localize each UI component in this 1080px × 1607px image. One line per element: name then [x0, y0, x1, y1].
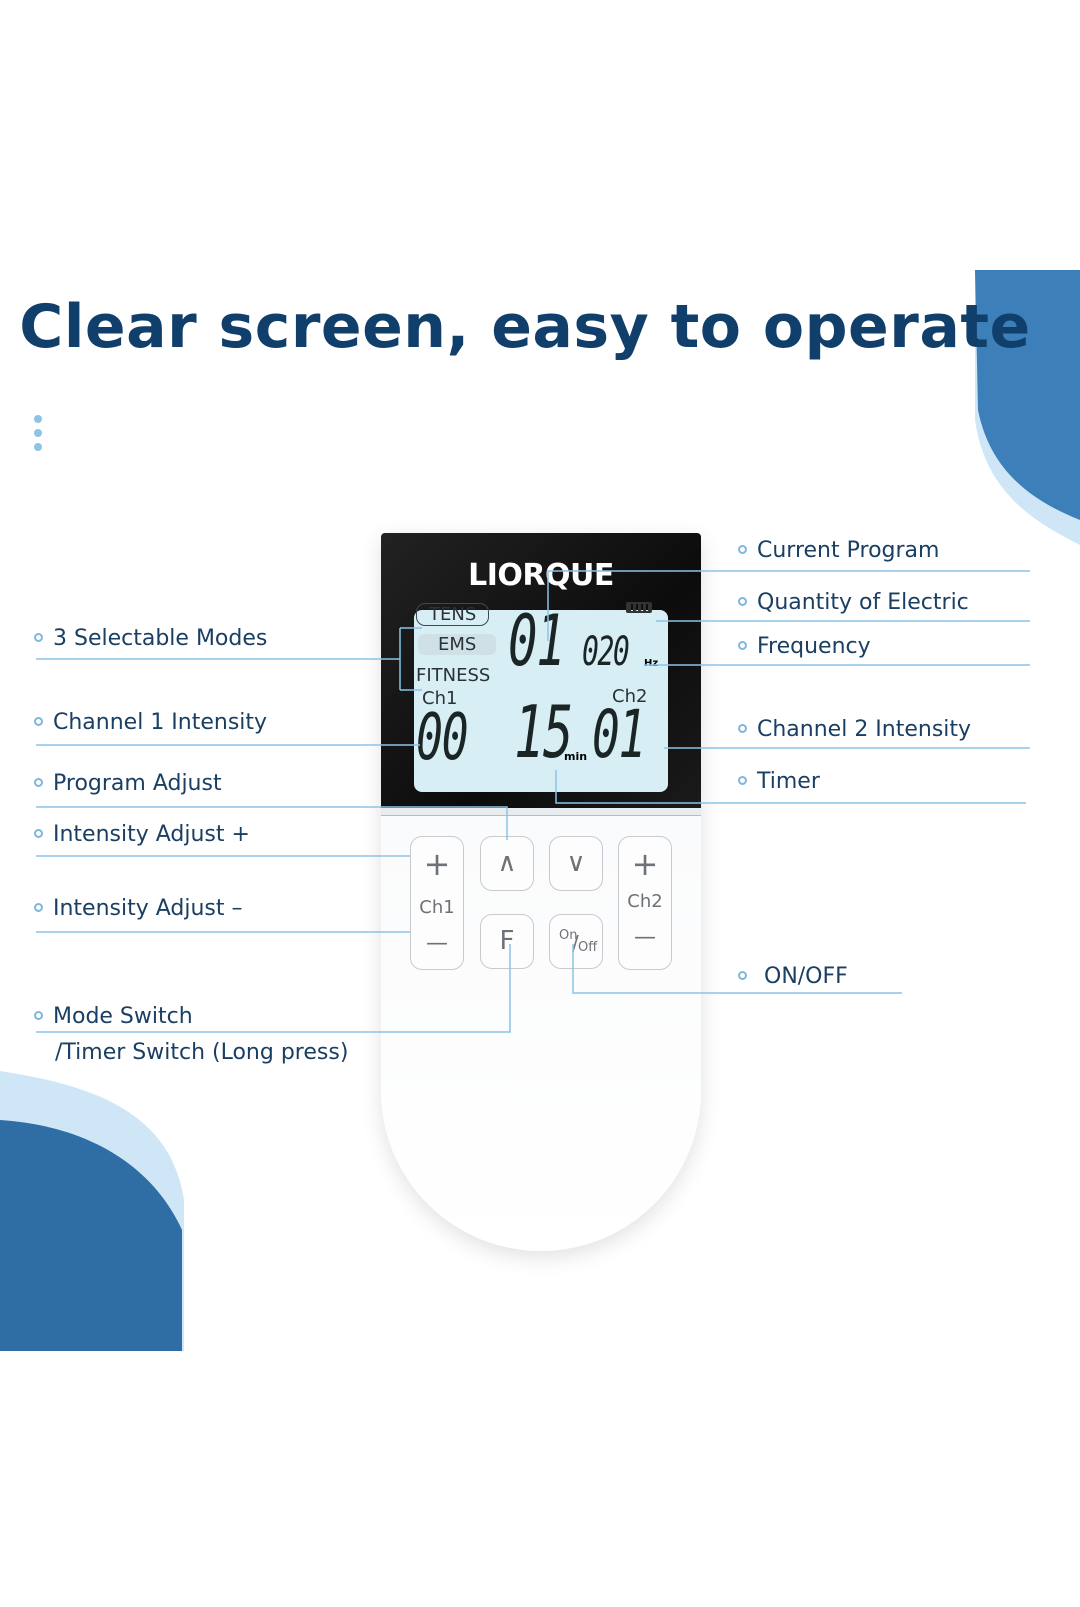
chevron-up-icon: ∧ — [497, 848, 517, 878]
ch2-intensity: 01 — [592, 696, 646, 773]
brand-logo: LIORQUE — [468, 558, 614, 593]
label-program-adjust: Program Adjust — [34, 771, 222, 796]
frequency-value: 020 — [582, 629, 630, 675]
page-title: Clear screen, easy to operate — [19, 292, 1031, 362]
label-on-off: ON/OFF — [738, 964, 848, 989]
label-timer-switch: /Timer Switch (Long press) — [55, 1040, 349, 1065]
ch1-intensity-button[interactable]: + Ch1 — — [410, 836, 464, 970]
frequency-unit: Hz — [644, 658, 659, 669]
label-frequency: Frequency — [738, 634, 871, 659]
label-mode-switch: Mode Switch — [34, 1004, 193, 1029]
ch2-intensity-button[interactable]: + Ch2 — — [618, 836, 672, 970]
minus-icon: — — [634, 925, 656, 950]
timer-unit: min — [564, 750, 588, 763]
ch2-button-label: Ch2 — [627, 891, 663, 912]
chevron-down-icon: ∨ — [566, 848, 586, 878]
plus-icon: + — [631, 845, 659, 883]
off-label: Off — [578, 940, 598, 955]
label-intensity-minus: Intensity Adjust – — [34, 896, 243, 921]
f-label: F — [499, 926, 515, 956]
program-up-button[interactable]: ∧ — [480, 836, 534, 891]
mode-tens: TENS — [416, 603, 490, 626]
dot — [34, 443, 42, 451]
screen-bezel — [381, 808, 701, 816]
lcd-display: TENS EMS FITNESS 01 020 Hz Ch1 Ch2 00 15… — [414, 602, 668, 792]
label-selectable-modes: 3 Selectable Modes — [34, 626, 267, 651]
mode-f-button[interactable]: F — [480, 914, 534, 969]
dot — [34, 429, 42, 437]
program-down-button[interactable]: ∨ — [549, 836, 603, 891]
plus-icon: + — [423, 845, 451, 883]
label-current-program: Current Program — [738, 538, 939, 563]
label-quantity-electric: Quantity of Electric — [738, 590, 969, 615]
mode-ems: EMS — [418, 634, 497, 655]
label-intensity-plus: Intensity Adjust + — [34, 822, 250, 847]
ch1-button-label: Ch1 — [419, 897, 455, 918]
dot — [34, 415, 42, 423]
battery-icon — [626, 602, 652, 613]
minus-icon: — — [426, 931, 448, 956]
program-number: 01 — [508, 600, 566, 682]
label-ch1-intensity: Channel 1 Intensity — [34, 710, 267, 735]
mode-fitness: FITNESS — [416, 665, 491, 686]
on-off-button[interactable]: On / Off — [549, 914, 603, 969]
label-timer: Timer — [738, 769, 820, 794]
ch1-intensity: 00 — [416, 701, 469, 775]
label-ch2-intensity: Channel 2 Intensity — [738, 717, 971, 742]
